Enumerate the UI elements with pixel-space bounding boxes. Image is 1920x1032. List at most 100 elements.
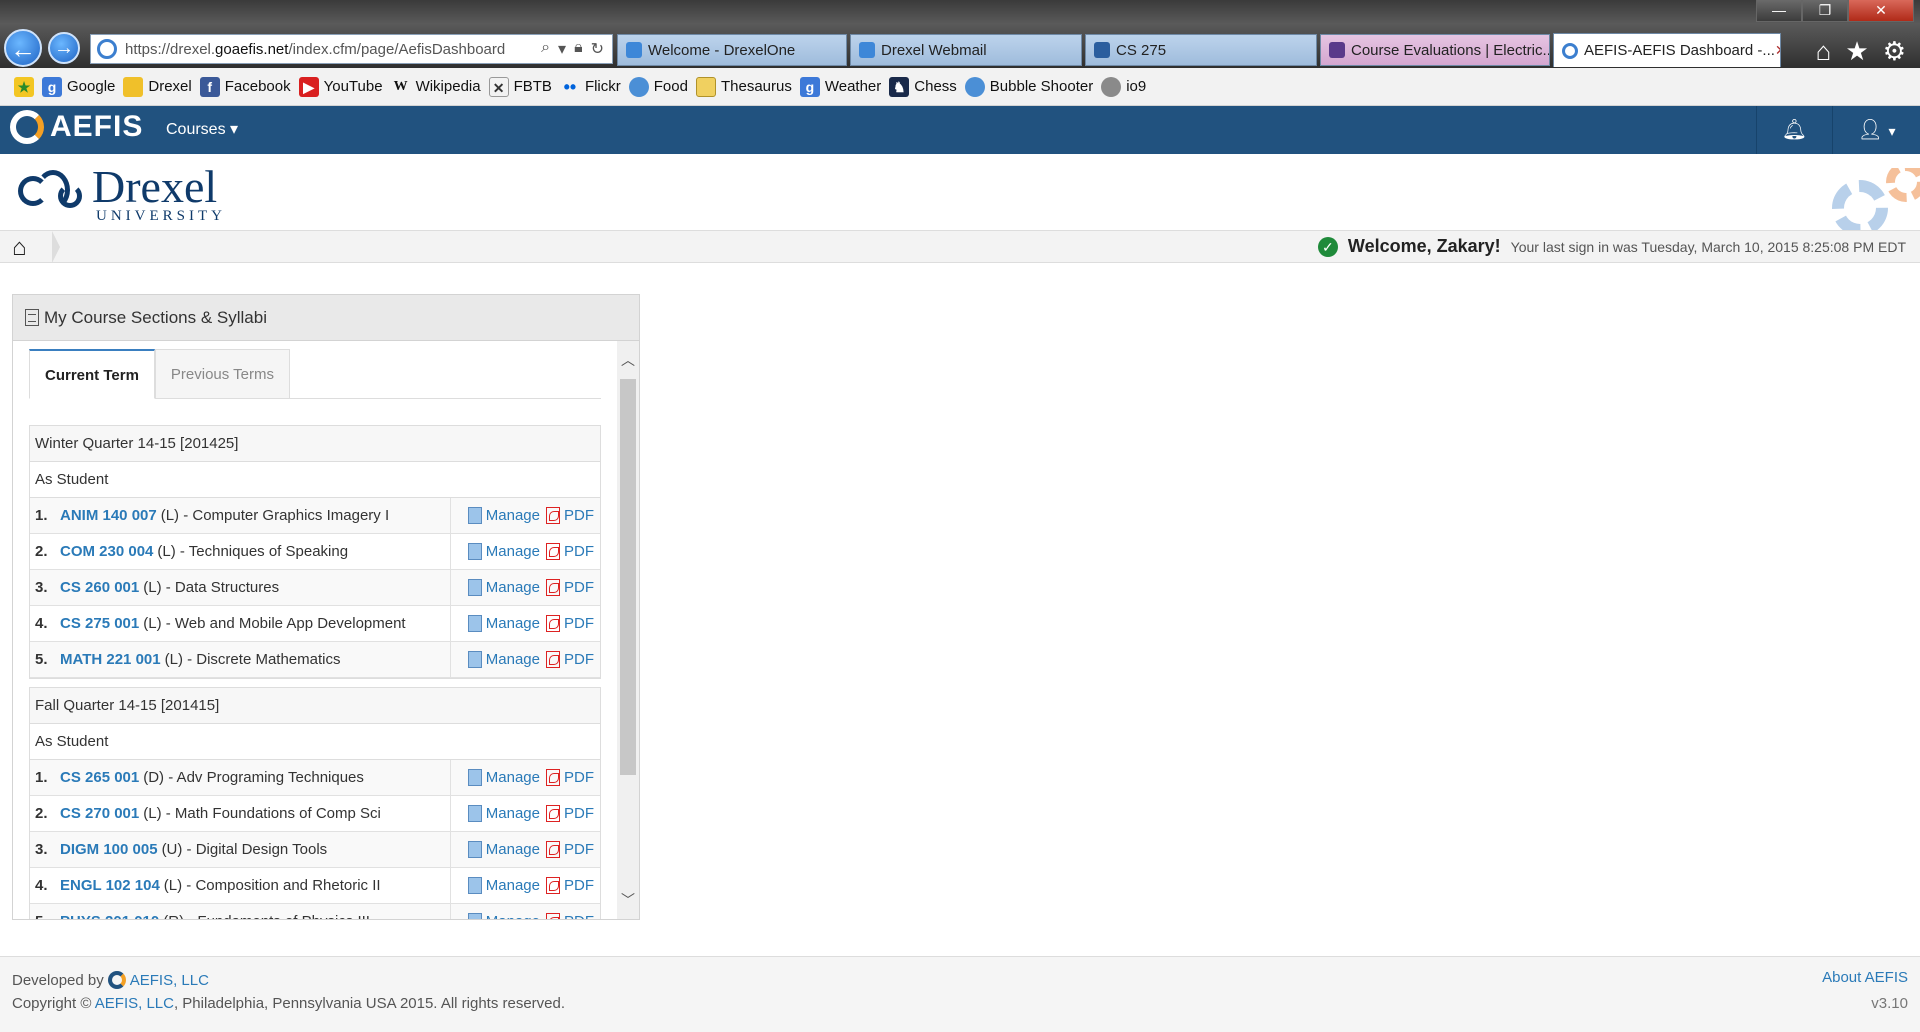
panel-scrollbar[interactable]: ︿ ﹀ (617, 341, 639, 919)
fav-thesaurus[interactable]: Thesaurus (695, 76, 792, 97)
tab-current-term[interactable]: Current Term (29, 349, 155, 399)
course-code-link[interactable]: CS 275 001 (60, 615, 139, 632)
tab-webmail[interactable]: Drexel Webmail (850, 34, 1082, 66)
fav-wikipedia[interactable]: W Wikipedia (391, 77, 481, 97)
search-icon[interactable]: ⌕ (541, 39, 550, 59)
tab-drexelone[interactable]: Welcome - DrexelOne (617, 34, 847, 66)
maximize-button[interactable]: ❐ (1802, 0, 1848, 22)
tab-cs275[interactable]: CS 275 (1085, 34, 1317, 66)
forward-button[interactable]: → (48, 32, 80, 64)
io9-icon (1101, 76, 1122, 97)
fav-food[interactable]: Food (628, 76, 688, 97)
course-number: 2. (35, 805, 48, 822)
pdf-link[interactable]: PDF (564, 615, 594, 632)
dropdown-icon[interactable]: ▾ (558, 39, 566, 59)
pdf-icon (546, 841, 560, 858)
course-code-link[interactable]: CS 265 001 (60, 769, 139, 786)
pdf-icon (546, 651, 560, 668)
fav-flickr[interactable]: •• Flickr (560, 77, 621, 97)
course-code-link[interactable]: DIGM 100 005 (60, 841, 158, 858)
fav-weather[interactable]: g Weather (799, 76, 881, 97)
fav-facebook[interactable]: f Facebook (199, 76, 291, 97)
manage-link[interactable]: Manage (486, 615, 540, 632)
scroll-down-icon[interactable]: ﹀ (617, 889, 639, 911)
course-code-link[interactable]: CS 270 001 (60, 805, 139, 822)
url-text[interactable]: https://drexel.goaefis.net/index.cfm/pag… (125, 41, 533, 58)
pdf-link[interactable]: PDF (564, 877, 594, 894)
dragon-icon (1329, 42, 1345, 58)
close-tab-icon[interactable]: ✕ (1775, 42, 1780, 59)
tab-aefis-dashboard[interactable]: AEFIS-AEFIS Dashboard -...✕ (1553, 33, 1781, 67)
manage-link[interactable]: Manage (486, 651, 540, 668)
browser-titlebar: — ❐ ✕ ← → https://drexel.goaefis.net/ind… (0, 0, 1920, 68)
refresh-icon[interactable]: ↻ (591, 39, 604, 59)
manage-document-icon (467, 769, 482, 786)
fav-bubble-shooter[interactable]: Bubble Shooter (964, 76, 1093, 97)
course-code-link[interactable]: PHYS 201 010 (60, 913, 159, 919)
pdf-link[interactable]: PDF (564, 913, 594, 919)
course-number: 3. (35, 841, 48, 858)
course-code-link[interactable]: ANIM 140 007 (60, 507, 157, 524)
course-number: 1. (35, 507, 48, 524)
pdf-link[interactable]: PDF (564, 579, 594, 596)
fav-io9[interactable]: io9 (1101, 76, 1146, 97)
pdf-link[interactable]: PDF (564, 507, 594, 524)
pdf-link[interactable]: PDF (564, 805, 594, 822)
manage-link[interactable]: Manage (486, 543, 540, 560)
fav-chess[interactable]: ♞ Chess (889, 76, 957, 97)
ie-page-icon (97, 39, 117, 59)
fbtb-icon: ✕ (488, 76, 509, 97)
manage-link[interactable]: Manage (486, 805, 540, 822)
manage-link[interactable]: Manage (486, 841, 540, 858)
tab-course-evaluations[interactable]: Course Evaluations | Electric... (1320, 34, 1550, 66)
manage-link[interactable]: Manage (486, 507, 540, 524)
course-row: 5.PHYS 201 010 (R) - Fundaments of Physic… (30, 903, 600, 919)
fav-google[interactable]: g Google (42, 76, 115, 97)
user-menu[interactable]: 👤︎ ▾ (1832, 106, 1920, 154)
page-footer: Developed by AEFIS, LLC Copyright © AEFI… (0, 956, 1920, 1032)
course-code-link[interactable]: CS 260 001 (60, 579, 139, 596)
course-row: 3. CS 260 001 (L) - Data Structures Manage P… (30, 569, 600, 606)
document-icon (25, 309, 39, 326)
course-code-link[interactable]: MATH 221 001 (60, 651, 161, 668)
tab-previous-terms[interactable]: Previous Terms (154, 349, 290, 399)
add-favorite-icon[interactable]: ★ (14, 76, 34, 97)
aefis-link[interactable]: AEFIS, LLC (130, 972, 209, 989)
fav-fbtb[interactable]: ✕ FBTB (488, 76, 552, 97)
course-row: 5. MATH 221 001 (L) - Discrete Mathematics… (30, 641, 600, 678)
course-row: 1. ANIM 140 007 (L) - Computer Graphics Im… (30, 497, 600, 534)
aefis-logo[interactable]: AEFIS (10, 110, 143, 144)
favorites-star-icon[interactable]: ★ (1845, 36, 1868, 67)
scroll-up-icon[interactable]: ︿ (617, 349, 639, 371)
drexel-logo[interactable]: Drexel UNIVERSITY (14, 164, 226, 225)
courses-menu[interactable]: Courses ▾ (166, 119, 238, 139)
course-code-link[interactable]: ENGL 102 104 (60, 877, 160, 894)
fav-drexel[interactable]: Drexel (123, 76, 192, 97)
address-bar[interactable]: https://drexel.goaefis.net/index.cfm/pag… (90, 34, 613, 64)
manage-link[interactable]: Manage (486, 877, 540, 894)
manage-link[interactable]: Manage (486, 769, 540, 786)
pdf-link[interactable]: PDF (564, 651, 594, 668)
pdf-link[interactable]: PDF (564, 769, 594, 786)
course-code-link[interactable]: COM 230 004 (60, 543, 153, 560)
settings-gear-icon[interactable]: ⚙ (1883, 36, 1906, 67)
pdf-link[interactable]: PDF (564, 543, 594, 560)
about-aefis-link[interactable]: About AEFIS (1822, 969, 1908, 986)
notifications-bell-icon[interactable]: 🔔︎ (1756, 106, 1832, 154)
manage-link[interactable]: Manage (486, 579, 540, 596)
back-button[interactable]: ← (4, 29, 42, 67)
brand-header: Drexel UNIVERSITY (0, 154, 1920, 230)
scroll-thumb[interactable] (620, 379, 636, 775)
welcome-text: Welcome, Zakary! (1347, 236, 1501, 256)
close-window-button[interactable]: ✕ (1848, 0, 1914, 22)
minimize-button[interactable]: — (1756, 0, 1802, 22)
fav-youtube[interactable]: ▶ YouTube (298, 76, 383, 97)
aefis-copyright-link[interactable]: AEFIS, LLC (95, 995, 174, 1012)
lock-icon[interactable]: 🔒︎ (574, 39, 583, 59)
home-icon[interactable]: ⌂ (1816, 36, 1832, 67)
pdf-link[interactable]: PDF (564, 841, 594, 858)
home-icon[interactable]: ⌂ (12, 231, 60, 263)
manage-document-icon (467, 805, 482, 822)
manage-link[interactable]: Manage (486, 913, 540, 919)
wikipedia-icon: W (393, 78, 408, 94)
